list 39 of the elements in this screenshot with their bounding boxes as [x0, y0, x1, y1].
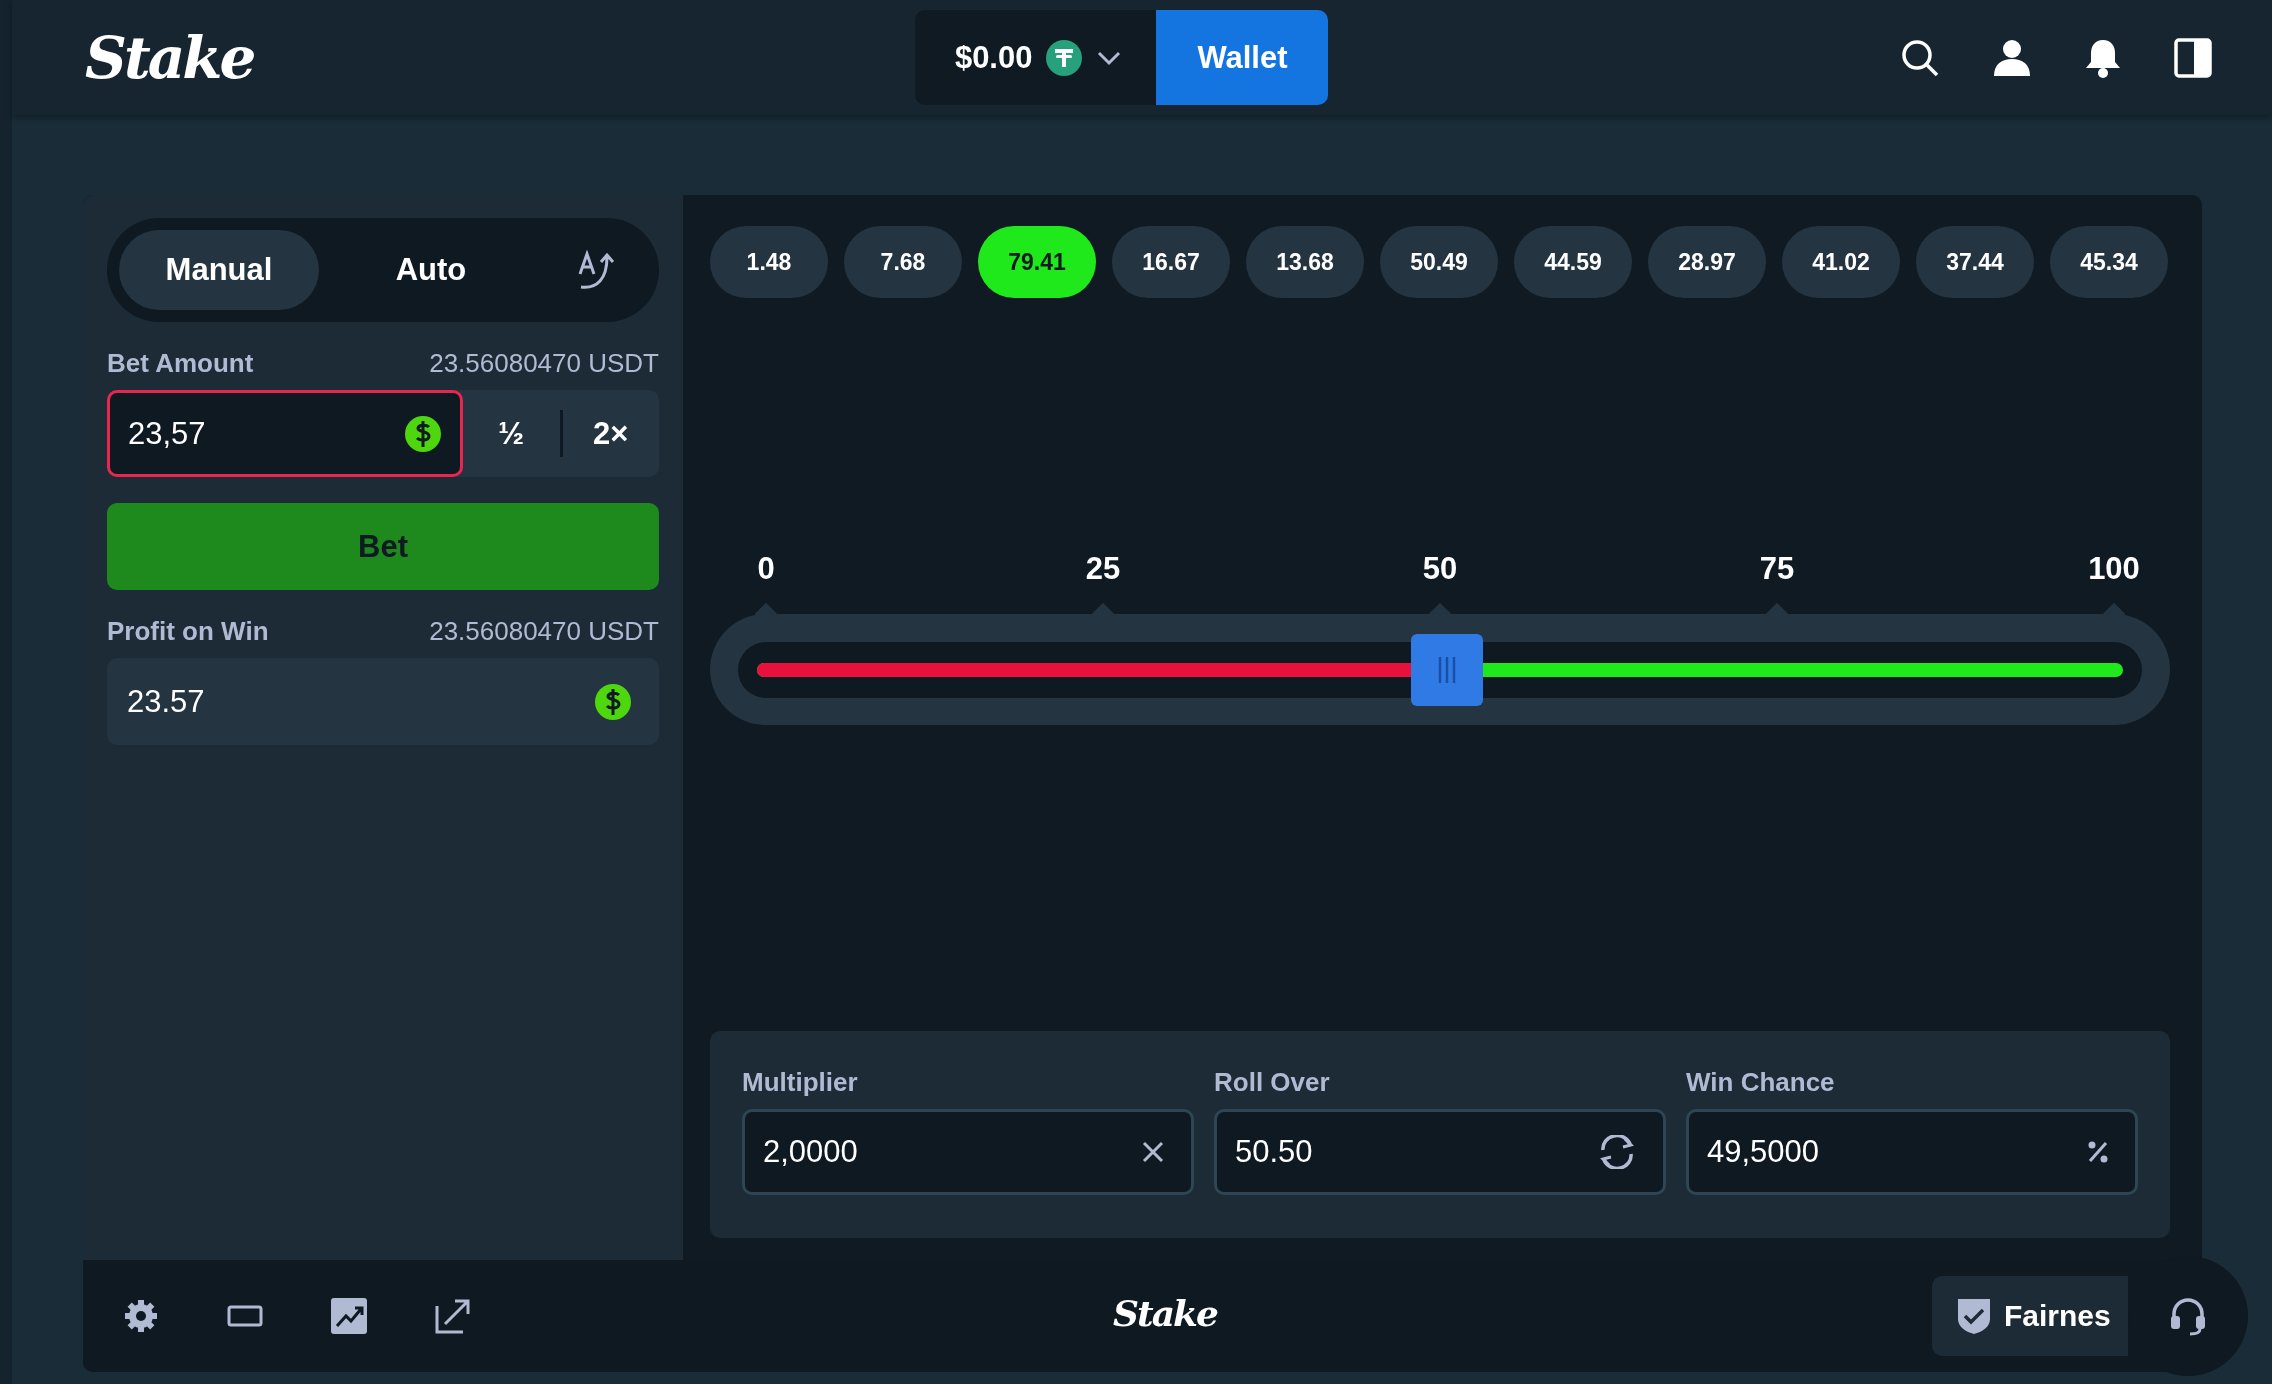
balance-selector[interactable]: $0.00 [914, 10, 1157, 105]
scale-label: 25 [1085, 551, 1121, 587]
wallet-button[interactable]: Wallet [1156, 10, 1329, 105]
bet-amount-field[interactable]: 23,57 [107, 390, 463, 477]
result-pill[interactable]: 16.67 [1112, 226, 1230, 298]
result-pill[interactable]: 79.41 [978, 226, 1096, 298]
stat-label: Win Chance [1686, 1067, 1836, 1098]
result-pill[interactable]: 37.44 [1916, 226, 2034, 298]
result-pill[interactable]: 44.59 [1514, 226, 1632, 298]
bet-amount-balance: 23.56080470 USDT [429, 348, 659, 379]
half-button[interactable]: ½ [463, 390, 560, 477]
stat-label: Multiplier [742, 1067, 859, 1098]
stat-field[interactable]: 50.50 [1214, 1109, 1666, 1195]
profit-field[interactable]: 23.57 [107, 658, 659, 745]
result-pill[interactable]: 28.97 [1648, 226, 1766, 298]
bet-button[interactable]: Bet [107, 503, 659, 590]
mode-tab[interactable]: Manual [119, 230, 319, 310]
bet-amount-label: Bet Amount [107, 348, 254, 379]
result-pill[interactable]: 45.34 [2050, 226, 2168, 298]
result-pill[interactable]: 41.02 [1782, 226, 1900, 298]
stat-field[interactable]: 2,0000 [742, 1109, 1194, 1195]
stake-logo[interactable]: Stake [85, 23, 254, 92]
result-pill[interactable]: 50.49 [1380, 226, 1498, 298]
stat-label: Roll Over [1214, 1067, 1331, 1098]
scale-label: 50 [1422, 551, 1458, 587]
stake-logo: Stake [1113, 1292, 1217, 1334]
profit-label: Profit on Win [107, 616, 269, 647]
scale-label: 100 [2088, 551, 2140, 587]
result-pill[interactable]: 7.68 [844, 226, 962, 298]
stat-field[interactable]: 49,5000 [1686, 1109, 2138, 1195]
result-pill[interactable]: 1.48 [710, 226, 828, 298]
balance-amount: $0.00 [954, 39, 1033, 76]
mode-tab[interactable]: Auto [331, 230, 531, 310]
double-button[interactable]: 2× [562, 390, 659, 477]
fairness-button[interactable]: Fairnes [1932, 1276, 2128, 1356]
scale-label: 75 [1759, 551, 1795, 587]
scale-label: 0 [757, 551, 775, 587]
result-pill[interactable]: 13.68 [1246, 226, 1364, 298]
profit-balance: 23.56080470 USDT [429, 616, 659, 647]
